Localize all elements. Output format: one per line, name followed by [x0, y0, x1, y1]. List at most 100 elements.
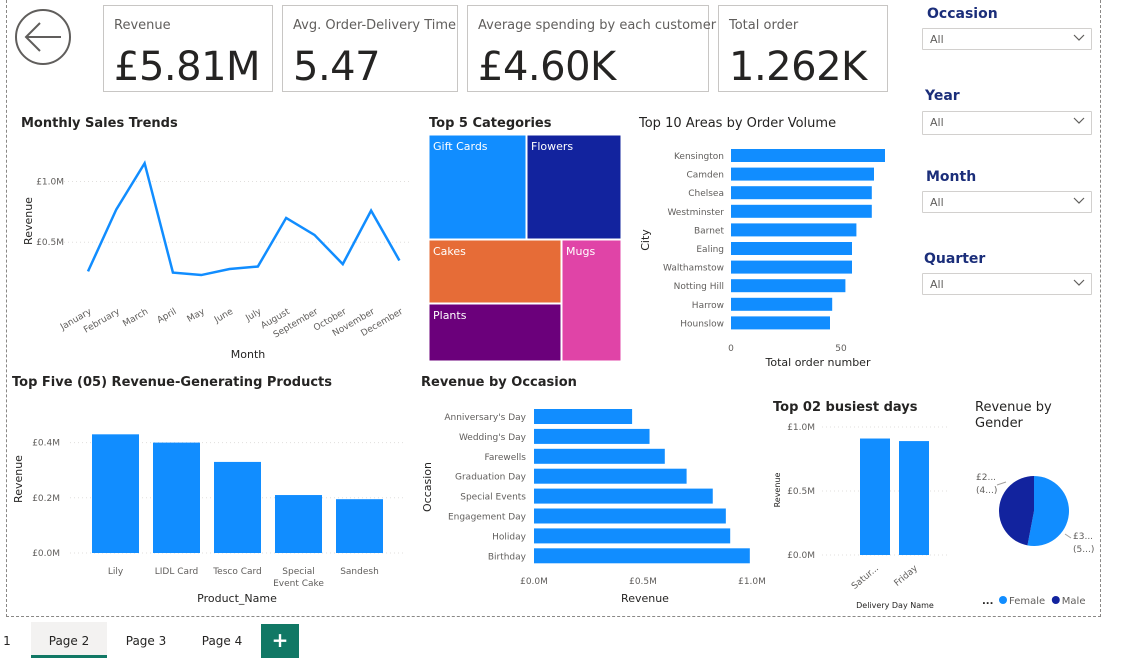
y-tick-label: Westminster	[667, 208, 724, 218]
legend-label: Male	[1062, 596, 1086, 607]
bar	[153, 442, 200, 553]
slicer-title-month: Month	[926, 169, 977, 185]
x-tick-label: Special	[282, 567, 314, 577]
busiest-days-bar-chart[interactable]: £0.0M £0.5M £1.0M Satur... Friday Delivery Da…	[770, 418, 955, 613]
slicer-dropdown-year[interactable]: All	[922, 111, 1092, 135]
leader-line	[1064, 533, 1072, 539]
add-page-button[interactable]: +	[261, 624, 299, 658]
slicer-value: All	[930, 278, 944, 291]
x-axis-label: Month	[231, 348, 266, 361]
data-label: £3...	[1073, 532, 1093, 542]
bar	[534, 508, 726, 524]
y-axis-label: City	[639, 229, 652, 251]
y-tick-label: Notting Hill	[674, 282, 724, 292]
bar	[731, 223, 857, 237]
slicer-title-quarter: Quarter	[924, 251, 986, 267]
chevron-down-icon	[1073, 197, 1085, 204]
slicer-dropdown-quarter[interactable]: All	[922, 273, 1092, 295]
bar	[731, 279, 846, 293]
x-tick-label: 0	[728, 344, 734, 354]
x-tick-label: 50	[835, 344, 847, 354]
treemap-tile	[561, 239, 622, 362]
treemap-label: Mugs	[566, 245, 595, 258]
slicer-title-year: Year	[925, 88, 960, 104]
bar	[899, 441, 929, 555]
y-tick-label: Camden	[686, 171, 724, 181]
slicer-value: All	[930, 196, 944, 209]
x-tick-label: Friday	[893, 563, 921, 589]
y-tick-label: Engagement Day	[448, 513, 527, 523]
x-tick-label: Sandesh	[340, 567, 379, 577]
x-axis-label: Delivery Day Name	[856, 601, 934, 610]
kpi-value: £5.81M	[114, 44, 261, 90]
y-axis-label: Revenue	[22, 197, 35, 245]
chevron-down-icon	[1073, 279, 1085, 286]
monthly-sales-line-chart[interactable]: £0.5M£1.0MJanuaryFebruary March April May Ju…	[10, 135, 420, 365]
data-label: (5...)	[1073, 545, 1094, 555]
pie-slice	[999, 476, 1034, 546]
tab-page-3[interactable]: Page 3	[110, 622, 182, 658]
bar	[860, 438, 890, 555]
revenue-gender-pie-chart[interactable]: £3... (5...) £2... (4...)... Female Male	[970, 440, 1100, 612]
top-areas-bar-chart[interactable]: Kensington Camden Chelsea Westminster Barnet…	[636, 138, 916, 372]
chart-title-top-products: Top Five (05) Revenue-Generating Product…	[12, 375, 332, 390]
legend-marker	[1051, 596, 1060, 604]
y-tick-label: Special Events	[460, 493, 526, 503]
y-tick-label: Kensington	[674, 152, 724, 162]
y-tick-label: £0.5M	[36, 238, 64, 248]
kpi-card-total-order: Total order 1.262K	[718, 5, 888, 92]
slicer-dropdown-occasion[interactable]: All	[922, 28, 1092, 50]
y-tick-label: Harrow	[692, 301, 724, 311]
x-axis-label: Revenue	[621, 592, 669, 605]
tab-page-4[interactable]: Page 4	[186, 622, 258, 658]
y-tick-label: Walthamstow	[663, 264, 724, 274]
treemap-label: Plants	[433, 309, 467, 322]
bar	[534, 468, 687, 484]
y-tick-label: Graduation Day	[455, 473, 527, 483]
page-tab-bar: 1 Page 2 Page 3 Page 4 +	[0, 620, 1124, 658]
kpi-value: £4.60K	[478, 44, 616, 90]
bar	[534, 448, 665, 464]
x-tick-label: £0.0M	[520, 577, 548, 587]
y-tick-label: £0.5M	[787, 487, 815, 497]
bar	[534, 528, 731, 544]
series-line	[86, 160, 401, 277]
chart-title-monthly-sales: Monthly Sales Trends	[21, 116, 178, 131]
back-button[interactable]	[14, 8, 72, 66]
slicer-title-occasion: Occasion	[927, 6, 998, 22]
chevron-down-icon	[1073, 117, 1085, 124]
revenue-occasion-bar-chart[interactable]: Anniversary's Day Wedding's Day Farewells G…	[416, 395, 772, 610]
x-tick-label: Tesco Card	[212, 567, 262, 577]
y-tick-label: Farewells	[485, 453, 527, 463]
treemap-label: Cakes	[433, 245, 466, 258]
x-tick-label: LIDL Card	[155, 567, 199, 577]
slicer-dropdown-month[interactable]: All	[922, 191, 1092, 213]
data-label: £2...	[976, 473, 996, 483]
legend-label: Female	[1009, 596, 1045, 607]
tab-page-2[interactable]: Page 2	[31, 622, 107, 658]
y-tick-label: Barnet	[694, 226, 724, 236]
tab-page-1[interactable]: 1	[0, 622, 14, 658]
bar	[731, 260, 852, 274]
chart-title-busiest-days: Top 02 busiest days	[773, 400, 918, 415]
top-products-bar-chart[interactable]: £0.0M £0.2M £0.4M Lily LIDL Card Tesco Card Sp…	[8, 395, 408, 610]
y-tick-label: Anniversary's Day	[444, 413, 526, 423]
y-tick-label: £0.2M	[32, 494, 60, 504]
chart-title-top-categories: Top 5 Categories	[429, 116, 552, 131]
treemap-label: Gift Cards	[433, 140, 488, 153]
kpi-value: 5.47	[293, 44, 381, 90]
y-tick-label: £1.0M	[787, 423, 815, 433]
x-tick-label: April	[156, 307, 179, 326]
kpi-value: 1.262K	[729, 44, 867, 90]
y-tick-label: Wedding's Day	[459, 433, 527, 443]
y-tick-label: Holiday	[492, 532, 527, 542]
kpi-label: Total order	[729, 18, 799, 33]
y-tick-label: £0.0M	[787, 551, 815, 561]
bar	[731, 186, 872, 200]
top-categories-treemap[interactable]: Gift Cards Flowers Cakes Mugs Plants	[428, 134, 622, 362]
kpi-card-revenue: Revenue £5.81M	[103, 5, 273, 92]
x-tick-label: Satur...	[850, 564, 881, 592]
bar	[731, 297, 833, 311]
bar	[336, 499, 383, 553]
bar	[731, 242, 852, 255]
